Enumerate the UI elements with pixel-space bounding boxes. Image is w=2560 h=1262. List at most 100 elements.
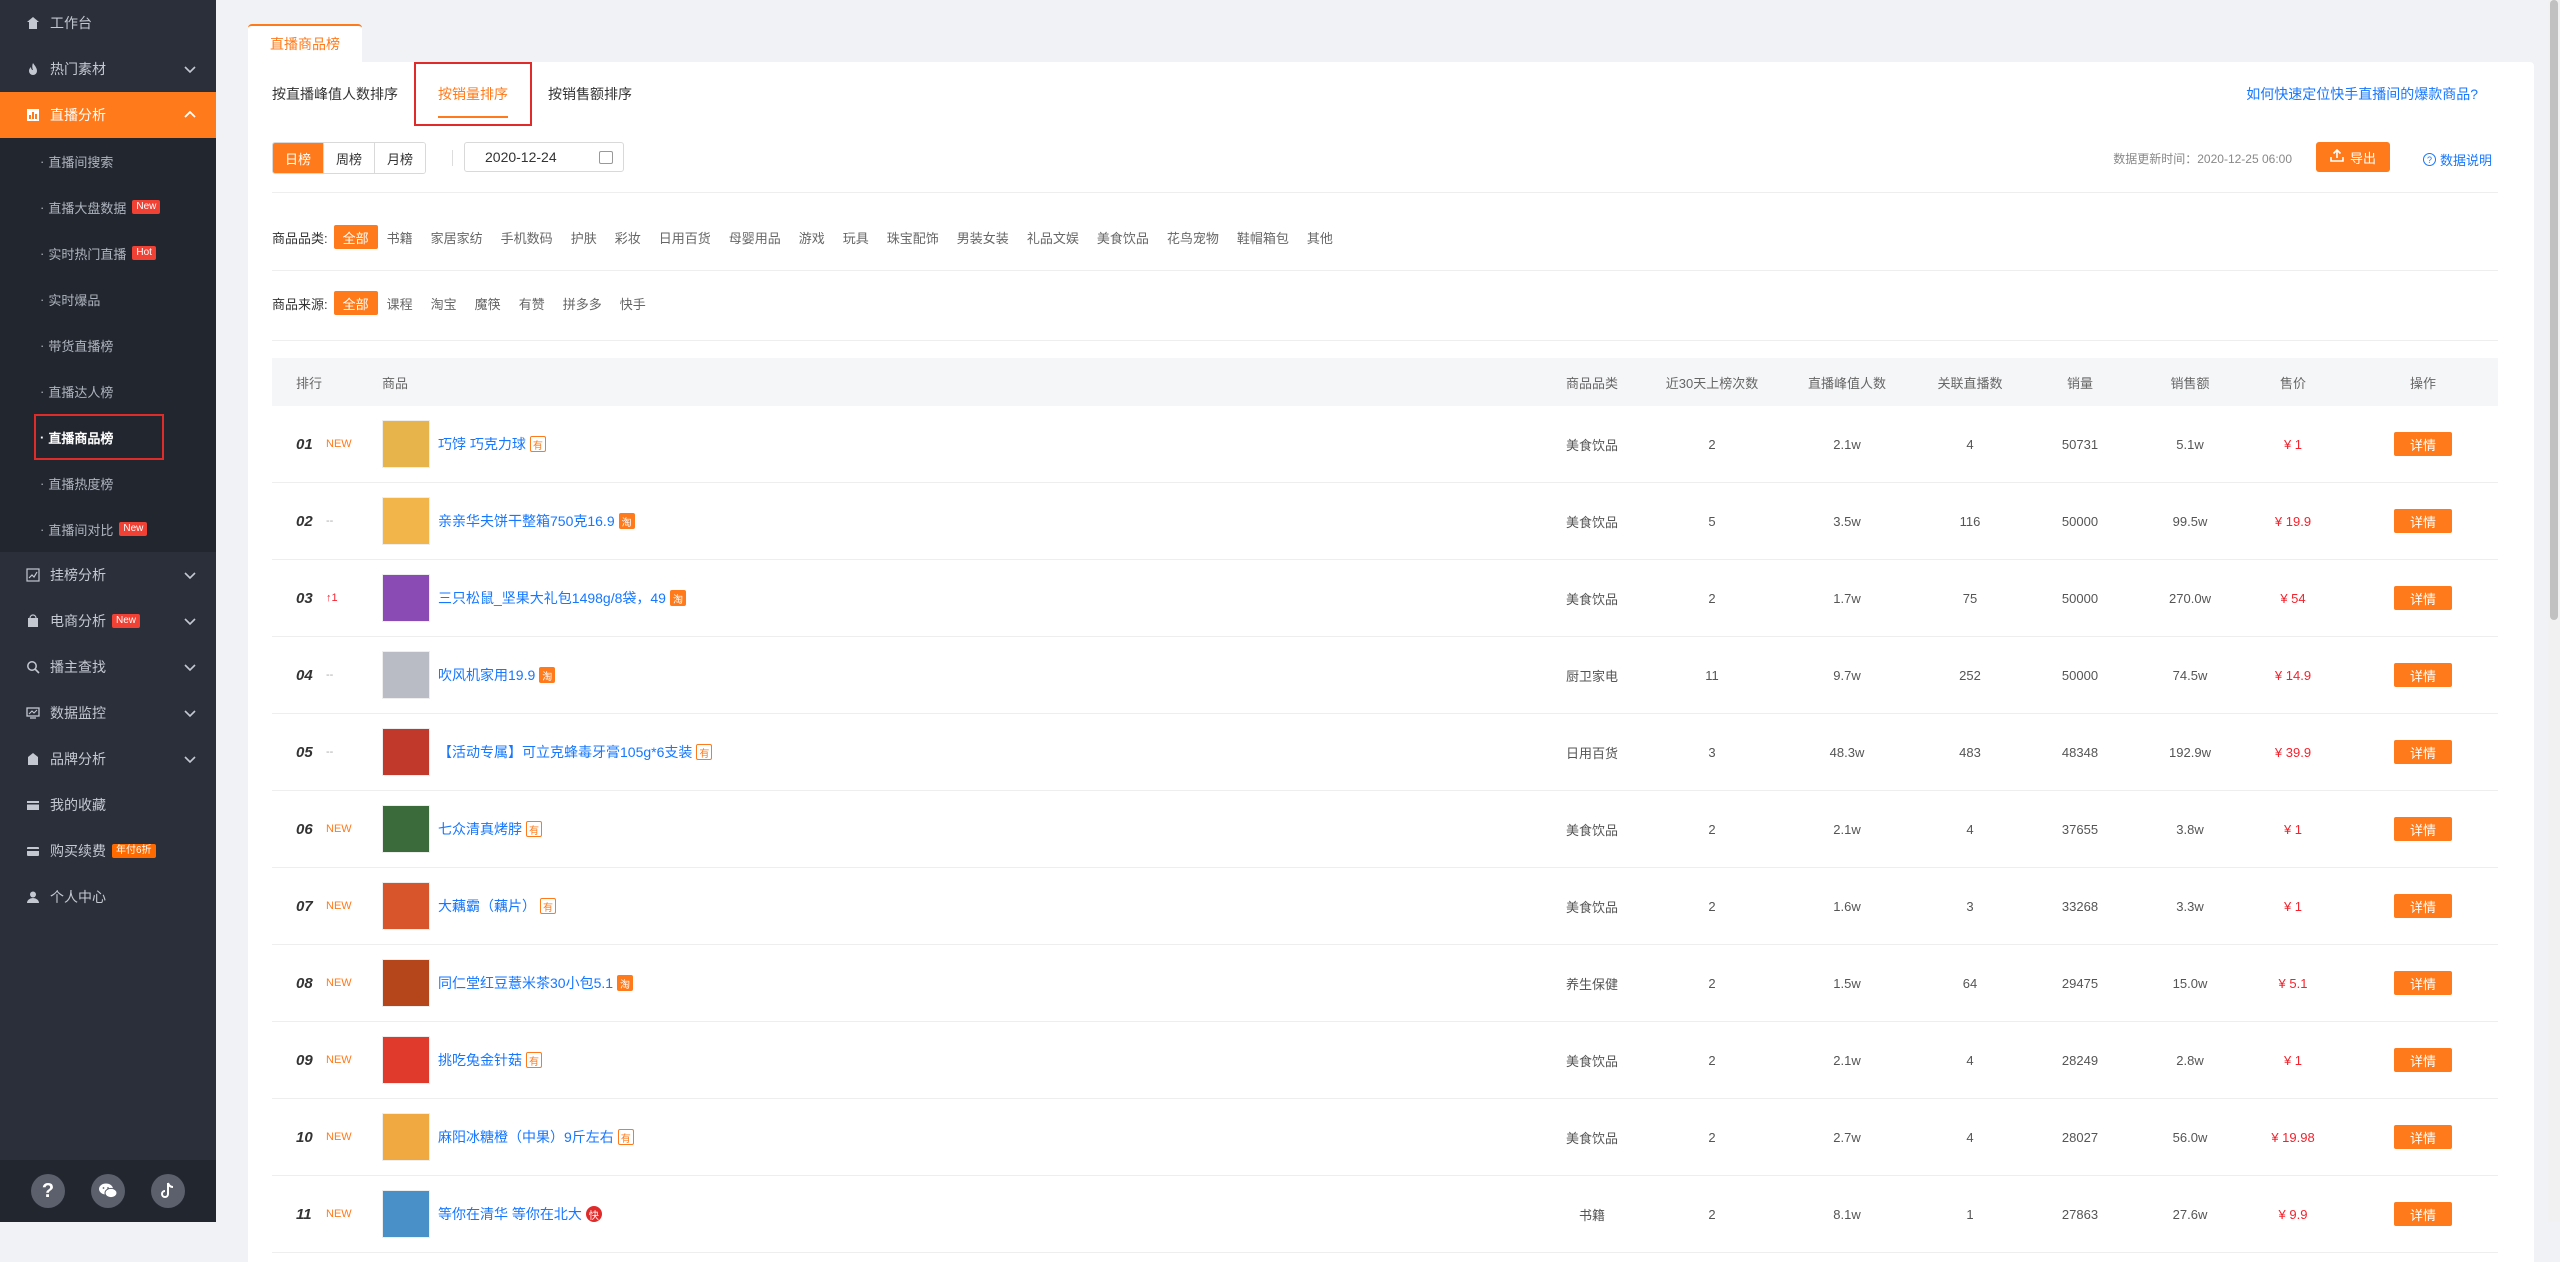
tiktok-button[interactable] [151,1174,185,1208]
sub-selling-live-rank[interactable]: 带货直播榜 [0,322,216,368]
product-name-link[interactable]: 等你在清华 等你在北大 [438,1204,582,1224]
detail-button[interactable]: 详情 [2394,740,2452,764]
header-category: 商品品类 [1565,375,1618,391]
source-option[interactable]: 课程 [378,291,422,315]
product-thumbnail[interactable] [382,574,430,622]
product-thumbnail[interactable] [382,882,430,930]
source-option[interactable]: 有赞 [510,291,554,315]
product-thumbnail[interactable] [382,497,430,545]
rank-number: 10 [296,1128,313,1146]
product-thumbnail[interactable] [382,805,430,853]
product-name-link[interactable]: 同仁堂红豆薏米茶30小包5.1 [438,973,613,993]
category-option[interactable]: 美食饮品 [1088,225,1158,249]
sub-live-product-rank[interactable]: 直播商品榜 [34,414,164,460]
category-option[interactable]: 礼品文娱 [1018,225,1088,249]
help-link[interactable]: 如何快速定位快手直播间的爆款商品? [2246,84,2478,104]
count-cell: 3 [1708,744,1716,760]
detail-button[interactable]: 详情 [2394,663,2452,687]
period-week[interactable]: 周榜 [324,143,376,173]
product-name-link[interactable]: 三只松鼠_坚果大礼包1498g/8袋，49 [438,588,666,608]
nav-hot-material[interactable]: 热门素材 [0,46,216,92]
nav-brand-analysis[interactable]: 品牌分析 [0,736,216,782]
category-option[interactable]: 花鸟宠物 [1158,225,1228,249]
product-name-link[interactable]: 巧饽 巧克力球 [438,434,526,454]
nav-hang-analysis[interactable]: 挂榜分析 [0,552,216,598]
category-option[interactable]: 全部 [333,225,378,249]
date-picker[interactable]: 2020-12-24 [464,142,624,172]
source-option[interactable]: 魔筷 [466,291,510,315]
detail-button[interactable]: 详情 [2394,817,2452,841]
category-option[interactable]: 书籍 [378,225,422,249]
product-thumbnail[interactable] [382,1190,430,1238]
help-button[interactable]: ? [31,1174,65,1208]
scrollbar-thumb[interactable] [2550,0,2558,620]
product-name-link[interactable]: 亲亲华夫饼干整箱750克16.9 [438,511,615,531]
product-thumbnail[interactable] [382,651,430,699]
page-scrollbar[interactable] [2548,0,2560,1222]
product-name-link[interactable]: 挑吃兔金针菇 [438,1050,522,1070]
category-option[interactable]: 母婴用品 [720,225,790,249]
category-option[interactable]: 家居家纺 [422,225,492,249]
product-thumbnail[interactable] [382,420,430,468]
tab-sort-by-amount[interactable]: 按销售额排序 [548,62,632,126]
nav-ecommerce-analysis[interactable]: 电商分析 New [0,598,216,644]
category-option[interactable]: 手机数码 [492,225,562,249]
product-name-link[interactable]: 麻阳冰糖橙（中果）9斤左右 [438,1127,614,1147]
sub-live-overview[interactable]: 直播大盘数据 New [0,184,216,230]
nav-profile[interactable]: 个人中心 [0,874,216,920]
op-cell: 详情 [2348,740,2498,764]
product-name-link[interactable]: 七众清真烤脖 [438,819,522,839]
sub-realtime-hot-live[interactable]: 实时热门直播 Hot [0,230,216,276]
sub-realtime-hot-product[interactable]: 实时爆品 [0,276,216,322]
product-thumbnail[interactable] [382,728,430,776]
nav-streamer-search[interactable]: 播主查找 [0,644,216,690]
category-option[interactable]: 游戏 [790,225,834,249]
category-option[interactable]: 护肤 [562,225,606,249]
sub-label: 直播间搜索 [48,154,114,170]
product-name-link[interactable]: 大藕霸（藕片） [438,896,536,916]
nav-workbench[interactable]: 工作台 [0,0,216,46]
sub-live-search[interactable]: 直播间搜索 [0,138,216,184]
period-month[interactable]: 月榜 [375,143,426,173]
export-button[interactable]: 导出 [2315,142,2390,172]
tab-sort-by-sales[interactable]: 按销量排序 [438,62,508,126]
nav-renew[interactable]: 购买续费 年付6折 [0,828,216,874]
product-name-link[interactable]: 【活动专属】可立克蜂毒牙膏105g*6支装 [438,742,692,762]
sub-live-compare[interactable]: 直播间对比 New [0,506,216,552]
detail-button[interactable]: 详情 [2394,1048,2452,1072]
detail-button[interactable]: 详情 [2394,971,2452,995]
sub-live-heat-rank[interactable]: 直播热度榜 [0,460,216,506]
product-cell: 【活动专属】可立克蜂毒牙膏105g*6支装有 [382,728,1532,776]
category-option[interactable]: 玩具 [834,225,878,249]
wechat-button[interactable] [91,1174,125,1208]
product-thumbnail[interactable] [382,959,430,1007]
category-option[interactable]: 其他 [1298,225,1342,249]
nav-favorites[interactable]: 我的收藏 [0,782,216,828]
tab-sort-by-peak[interactable]: 按直播峰值人数排序 [272,62,398,126]
category-option[interactable]: 鞋帽箱包 [1228,225,1298,249]
category-option[interactable]: 珠宝配饰 [878,225,948,249]
detail-button[interactable]: 详情 [2394,586,2452,610]
sub-live-talent-rank[interactable]: 直播达人榜 [0,368,216,414]
product-thumbnail[interactable] [382,1113,430,1161]
table-row: 08 NEW 同仁堂红豆薏米茶30小包5.1 淘 养生保健 2 1.5w 64 29475 15.… [272,945,2498,1022]
product-name-link[interactable]: 吹风机家用19.9 [438,665,535,685]
source-option[interactable]: 全部 [333,291,378,315]
source-option[interactable]: 淘宝 [422,291,466,315]
period-day[interactable]: 日榜 [273,143,325,173]
page-tab[interactable]: 直播商品榜 [248,24,362,62]
category-option[interactable]: 日用百货 [650,225,720,249]
nav-data-monitor[interactable]: 数据监控 [0,690,216,736]
detail-button[interactable]: 详情 [2394,509,2452,533]
product-thumbnail[interactable] [382,1036,430,1084]
data-description-link[interactable]: ? 数据说明 [2422,150,2492,169]
category-option[interactable]: 彩妆 [606,225,650,249]
nav-live-analysis[interactable]: 直播分析 [0,92,216,138]
category-option[interactable]: 男装女装 [948,225,1018,249]
detail-button[interactable]: 详情 [2394,894,2452,918]
detail-button[interactable]: 详情 [2394,432,2452,456]
source-option[interactable]: 快手 [611,291,655,315]
detail-button[interactable]: 详情 [2394,1125,2452,1149]
source-option[interactable]: 拼多多 [554,291,611,315]
detail-button[interactable]: 详情 [2394,1202,2452,1226]
